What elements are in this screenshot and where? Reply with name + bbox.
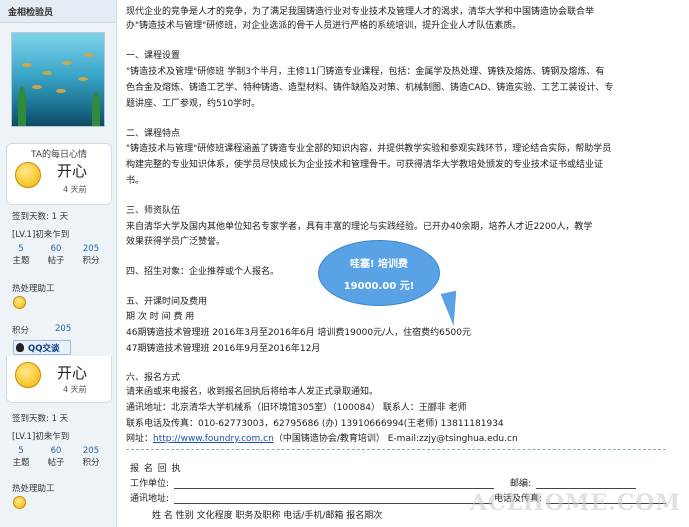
form-addr-field[interactable] [174,493,492,504]
stat-credits-label: 积分 [82,458,100,468]
avatar[interactable] [11,32,105,127]
user-title[interactable]: 金相检验员 [8,5,53,18]
intro-line: 办"铸造技术与管理"研修班，对企业选派的骨干人员进行严格的系统培训，提升企业人才… [126,21,522,31]
smiley-icon [13,496,26,509]
section-text: 来自清华大学及国内其他单位知名专家学者，具有丰富的理论与实践经验。已开办40余期… [126,222,593,232]
divider [126,449,666,450]
section-text: "铸造技术及管理"研修班 学制3个半月，主修11门铸造专业课程，包括：金属学及热… [126,67,605,77]
intro-line: 现代企业的竞争是人才的竞争，为了满足我国铸造行业对专业技术及管理人才的渴求，清华… [126,7,595,17]
qq-penguin-icon [16,343,24,352]
form-addr-label: 通讯地址: [130,494,170,504]
user-group[interactable]: 热处理助工 [12,282,55,294]
section-text: 色合金及熔炼、铸造工艺学、特种铸造、造型材料、铸件缺陷及对策、机械制图、铸造CA… [126,83,614,93]
section-title: 三、师资队伍 [126,206,181,216]
qq-chat-button[interactable]: QQ交谈 [13,340,71,355]
stat-posts-value[interactable]: 60 [42,446,70,456]
fee-table-row: 46期铸造技术管理班 2016年3月至2016年6月 培训费19000元/人，住… [126,328,472,338]
speech-bubble-tail [440,290,464,328]
smiley-icon [13,296,26,309]
form-post-field[interactable] [536,478,636,489]
stat-topics-value[interactable]: 5 [7,446,35,456]
fish-shape [42,71,52,75]
section-text: 题讲座、工厂参观，约510学时。 [126,99,261,109]
fee-table-row: 47期铸造技术管理班 2016年9月至2016年12月 [126,344,321,354]
section-text: 构建完整的专业知识体系，使学员尽快成长为企业技术和管理骨干。可获得清华大学教培处… [126,160,604,170]
form-unit-field[interactable] [174,478,494,489]
section-title: 五、开课时间及费用 [126,297,208,307]
user-profile-sidebar: 金相检验员 TA的每日心情 开心 4 天前 签到天数: 1 天 [LV.1]初来… [0,0,117,527]
bubble-line1: 哇塞! 培训费 [349,259,409,270]
stat-posts-value[interactable]: 60 [42,244,70,254]
mood-word-2: 开心 [57,364,88,382]
credit-label: 积分 [12,326,30,336]
mood-word: 开心 [57,162,88,180]
fee-table-header: 期 次 时 间 费 用 [126,312,195,322]
user-level[interactable]: [LV.1]初来乍到 [12,228,69,240]
website-line: 网址：http://www.foundry.com.cn（中国铸造协会/教育培训… [126,431,518,444]
section-title: 四、招生对象：企业推荐或个人报名。 [126,267,280,277]
daily-mood-box: TA的每日心情 开心 4 天前 [6,143,112,205]
section-text: 书。 [126,176,145,186]
stat-credits-label: 积分 [82,256,100,266]
watermark: ACLHOME.COM [470,490,681,516]
stat-credits-value[interactable]: 205 [77,446,105,456]
website-rest: （中国铸造协会/教育培训） E-mail:zzjy@tsinghua.edu.c… [273,434,518,444]
fish-shape [62,61,72,65]
section-text: 通讯地址：北京清华大学机械系（旧环境馆305室）（100084） 联系人：王郦非… [126,403,467,413]
fish-shape [84,53,94,57]
form-post-label: 邮编: [510,479,532,489]
stat-posts-label: 帖子 [47,458,65,468]
happy-face-icon [15,162,41,188]
fish-shape [56,89,66,93]
signin-days: 签到天数: 1 天 [12,212,69,222]
sidebar-header: 金相检验员 [0,0,116,23]
section-text: 请来函或来电报名，收到报名回执后将给本人发正式录取通知。 [126,387,379,397]
section-text: 效果获得学员广泛赞誉。 [126,237,226,247]
stat-posts-label: 帖子 [47,256,65,266]
signin-days-2: 签到天数: 1 天 [12,414,69,424]
form-title: 报 名 回 执 [130,464,182,474]
mood-time-2: 4 天前 [63,385,87,394]
user-level-2[interactable]: [LV.1]初来乍到 [12,430,69,442]
section-title: 一、课程设置 [126,51,181,61]
website-label: 网址： [126,434,154,444]
daily-mood-box-2: 开心 4 天前 [6,356,112,403]
fish-shape [32,85,42,89]
plant-shape [92,92,100,126]
stat-credits-value[interactable]: 205 [77,244,105,254]
mood-time: 4 天前 [63,185,87,194]
stat-topics-value[interactable]: 5 [7,244,35,254]
form-unit-label: 工作单位: [130,479,170,489]
happy-face-icon [15,362,41,388]
form-columns: 姓 名 性别 文化程度 职务及职称 电话/手机/邮箱 报名期次 [152,511,383,521]
bubble-line2: 19000.00 元! [343,281,415,292]
section-title: 六、报名方式 [126,373,181,383]
website-link[interactable]: http://www.foundry.com.cn [153,434,274,444]
stat-topics-label: 主题 [12,458,30,468]
section-title: 二、课程特点 [126,129,181,139]
fish-shape [78,77,88,81]
speech-bubble: 哇塞! 培训费 19000.00 元! [318,240,440,306]
plant-shape [18,86,26,126]
user-group-2[interactable]: 热处理助工 [12,482,55,494]
credit-value: 205 [55,324,72,334]
mood-title: TA的每日心情 [31,150,87,160]
qq-chat-label: QQ交谈 [28,344,60,354]
fish-shape [22,63,32,67]
stat-topics-label: 主题 [12,256,30,266]
section-text: "铸造技术与管理"研修班课程涵盖了铸造专业全部的知识内容，并提供教学实验和参观实… [126,144,612,154]
section-text: 联系电话及传真：010-62773003，62795686 (办) 139106… [126,419,504,429]
